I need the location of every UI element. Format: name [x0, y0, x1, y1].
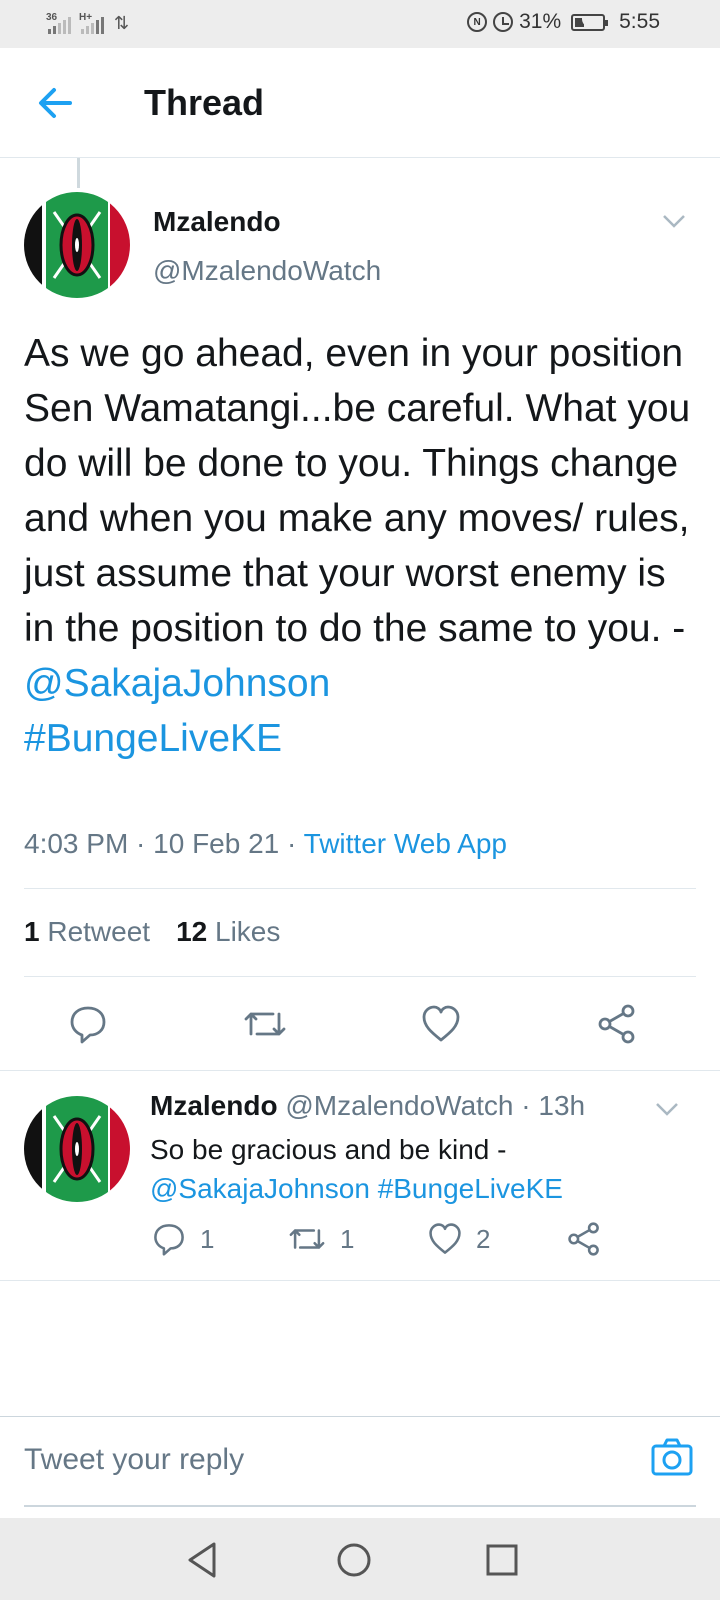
like-heart-icon[interactable]: [421, 1004, 461, 1044]
mention-link[interactable]: @SakajaJohnson: [150, 1173, 370, 1204]
page-title: Thread: [144, 82, 265, 123]
reply-icon[interactable]: [68, 1004, 108, 1044]
clock: 5:55: [619, 10, 660, 33]
retweet-label: Retweet: [47, 916, 151, 947]
retweet-icon[interactable]: [243, 1004, 287, 1044]
retweet-icon: [289, 1229, 325, 1249]
like-action[interactable]: 2: [428, 1222, 490, 1256]
avatar[interactable]: [24, 192, 130, 298]
reply-action[interactable]: 1: [152, 1222, 214, 1256]
reply-author-handle[interactable]: @MzalendoWatch · 13h: [285, 1090, 585, 1121]
signal-strength-icon: H+: [79, 12, 104, 34]
battery-percent: 31%: [519, 10, 562, 33]
reply-author-name[interactable]: Mzalendo: [150, 1090, 278, 1121]
tweet-text: As we go ahead, even in your position Se…: [24, 332, 691, 650]
tweet-source-link[interactable]: Twitter Web App: [304, 828, 507, 859]
like-heart-icon: [429, 1223, 461, 1254]
tweet-meta: 4:03 PM · 10 Feb 21 · Twitter Web App: [24, 828, 507, 860]
share-icon[interactable]: [597, 1004, 637, 1044]
nav-home-icon[interactable]: [332, 1538, 376, 1582]
reply-tweet-body: So be gracious and be kind - @SakajaJohn…: [150, 1130, 670, 1208]
kenya-shield-icon: [24, 1096, 130, 1202]
reply-author-line: Mzalendo @MzalendoWatch · 13h: [150, 1090, 585, 1122]
nav-back-icon[interactable]: [180, 1538, 224, 1582]
reply-input-underline: [24, 1505, 696, 1507]
author-name[interactable]: Mzalendo: [153, 206, 281, 238]
divider: [0, 1070, 720, 1071]
back-arrow-icon[interactable]: [34, 82, 76, 124]
reply-composer: [0, 1416, 720, 1508]
avatar[interactable]: [24, 1096, 130, 1202]
battery-icon: [571, 13, 609, 31]
retweet-count: 1: [24, 916, 40, 947]
chevron-down-icon[interactable]: [655, 1102, 679, 1116]
nav-recents-icon[interactable]: [480, 1538, 524, 1582]
retweet-count: 1: [340, 1223, 355, 1254]
signal-strength-icon: 36: [46, 12, 71, 34]
tweet-timestamp: 4:03 PM · 10 Feb 21 ·: [24, 828, 304, 859]
hashtag-link[interactable]: #BungeLiveKE: [24, 717, 282, 760]
kenya-shield-icon: [24, 192, 130, 298]
hashtag-link[interactable]: #BungeLiveKE: [378, 1173, 563, 1204]
chevron-down-icon[interactable]: [662, 214, 686, 228]
reply-icon: [154, 1224, 184, 1256]
reply-input[interactable]: [24, 1443, 584, 1477]
like-stat[interactable]: 12 Likes: [176, 916, 280, 948]
retweet-stat[interactable]: 1 Retweet: [24, 916, 150, 948]
tweet-body: As we go ahead, even in your position Se…: [24, 326, 696, 766]
retweet-action[interactable]: 1: [288, 1222, 354, 1256]
status-bar: 36 H+ ⇅ N 31% 5:55: [0, 0, 720, 48]
app-header: Thread: [0, 48, 720, 158]
camera-icon[interactable]: [650, 1437, 694, 1477]
like-label: Likes: [215, 916, 281, 947]
share-icon[interactable]: [567, 1222, 601, 1256]
system-nav-bar: [0, 1518, 720, 1600]
like-count: 12: [176, 916, 208, 947]
thread-connector-line: [77, 158, 80, 188]
signal-type-label: 36: [46, 12, 58, 23]
signal-type-label: H+: [79, 12, 93, 23]
status-right: N 31% 5:55: [467, 10, 660, 34]
reply-count: 1: [200, 1223, 215, 1254]
usb-icon: ⇅: [114, 13, 130, 33]
nfc-icon: N: [467, 12, 488, 32]
alarm-icon: [493, 12, 514, 32]
like-count: 2: [476, 1223, 491, 1254]
mention-link[interactable]: @SakajaJohnson: [24, 662, 330, 705]
author-handle[interactable]: @MzalendoWatch: [153, 255, 381, 287]
reply-tweet-text: So be gracious and be kind -: [150, 1134, 507, 1165]
divider: [24, 976, 696, 977]
divider: [0, 1280, 720, 1281]
status-left: 36 H+ ⇅: [46, 12, 130, 34]
divider: [24, 888, 696, 889]
tweet-stats: 1 Retweet 12 Likes: [24, 916, 280, 948]
